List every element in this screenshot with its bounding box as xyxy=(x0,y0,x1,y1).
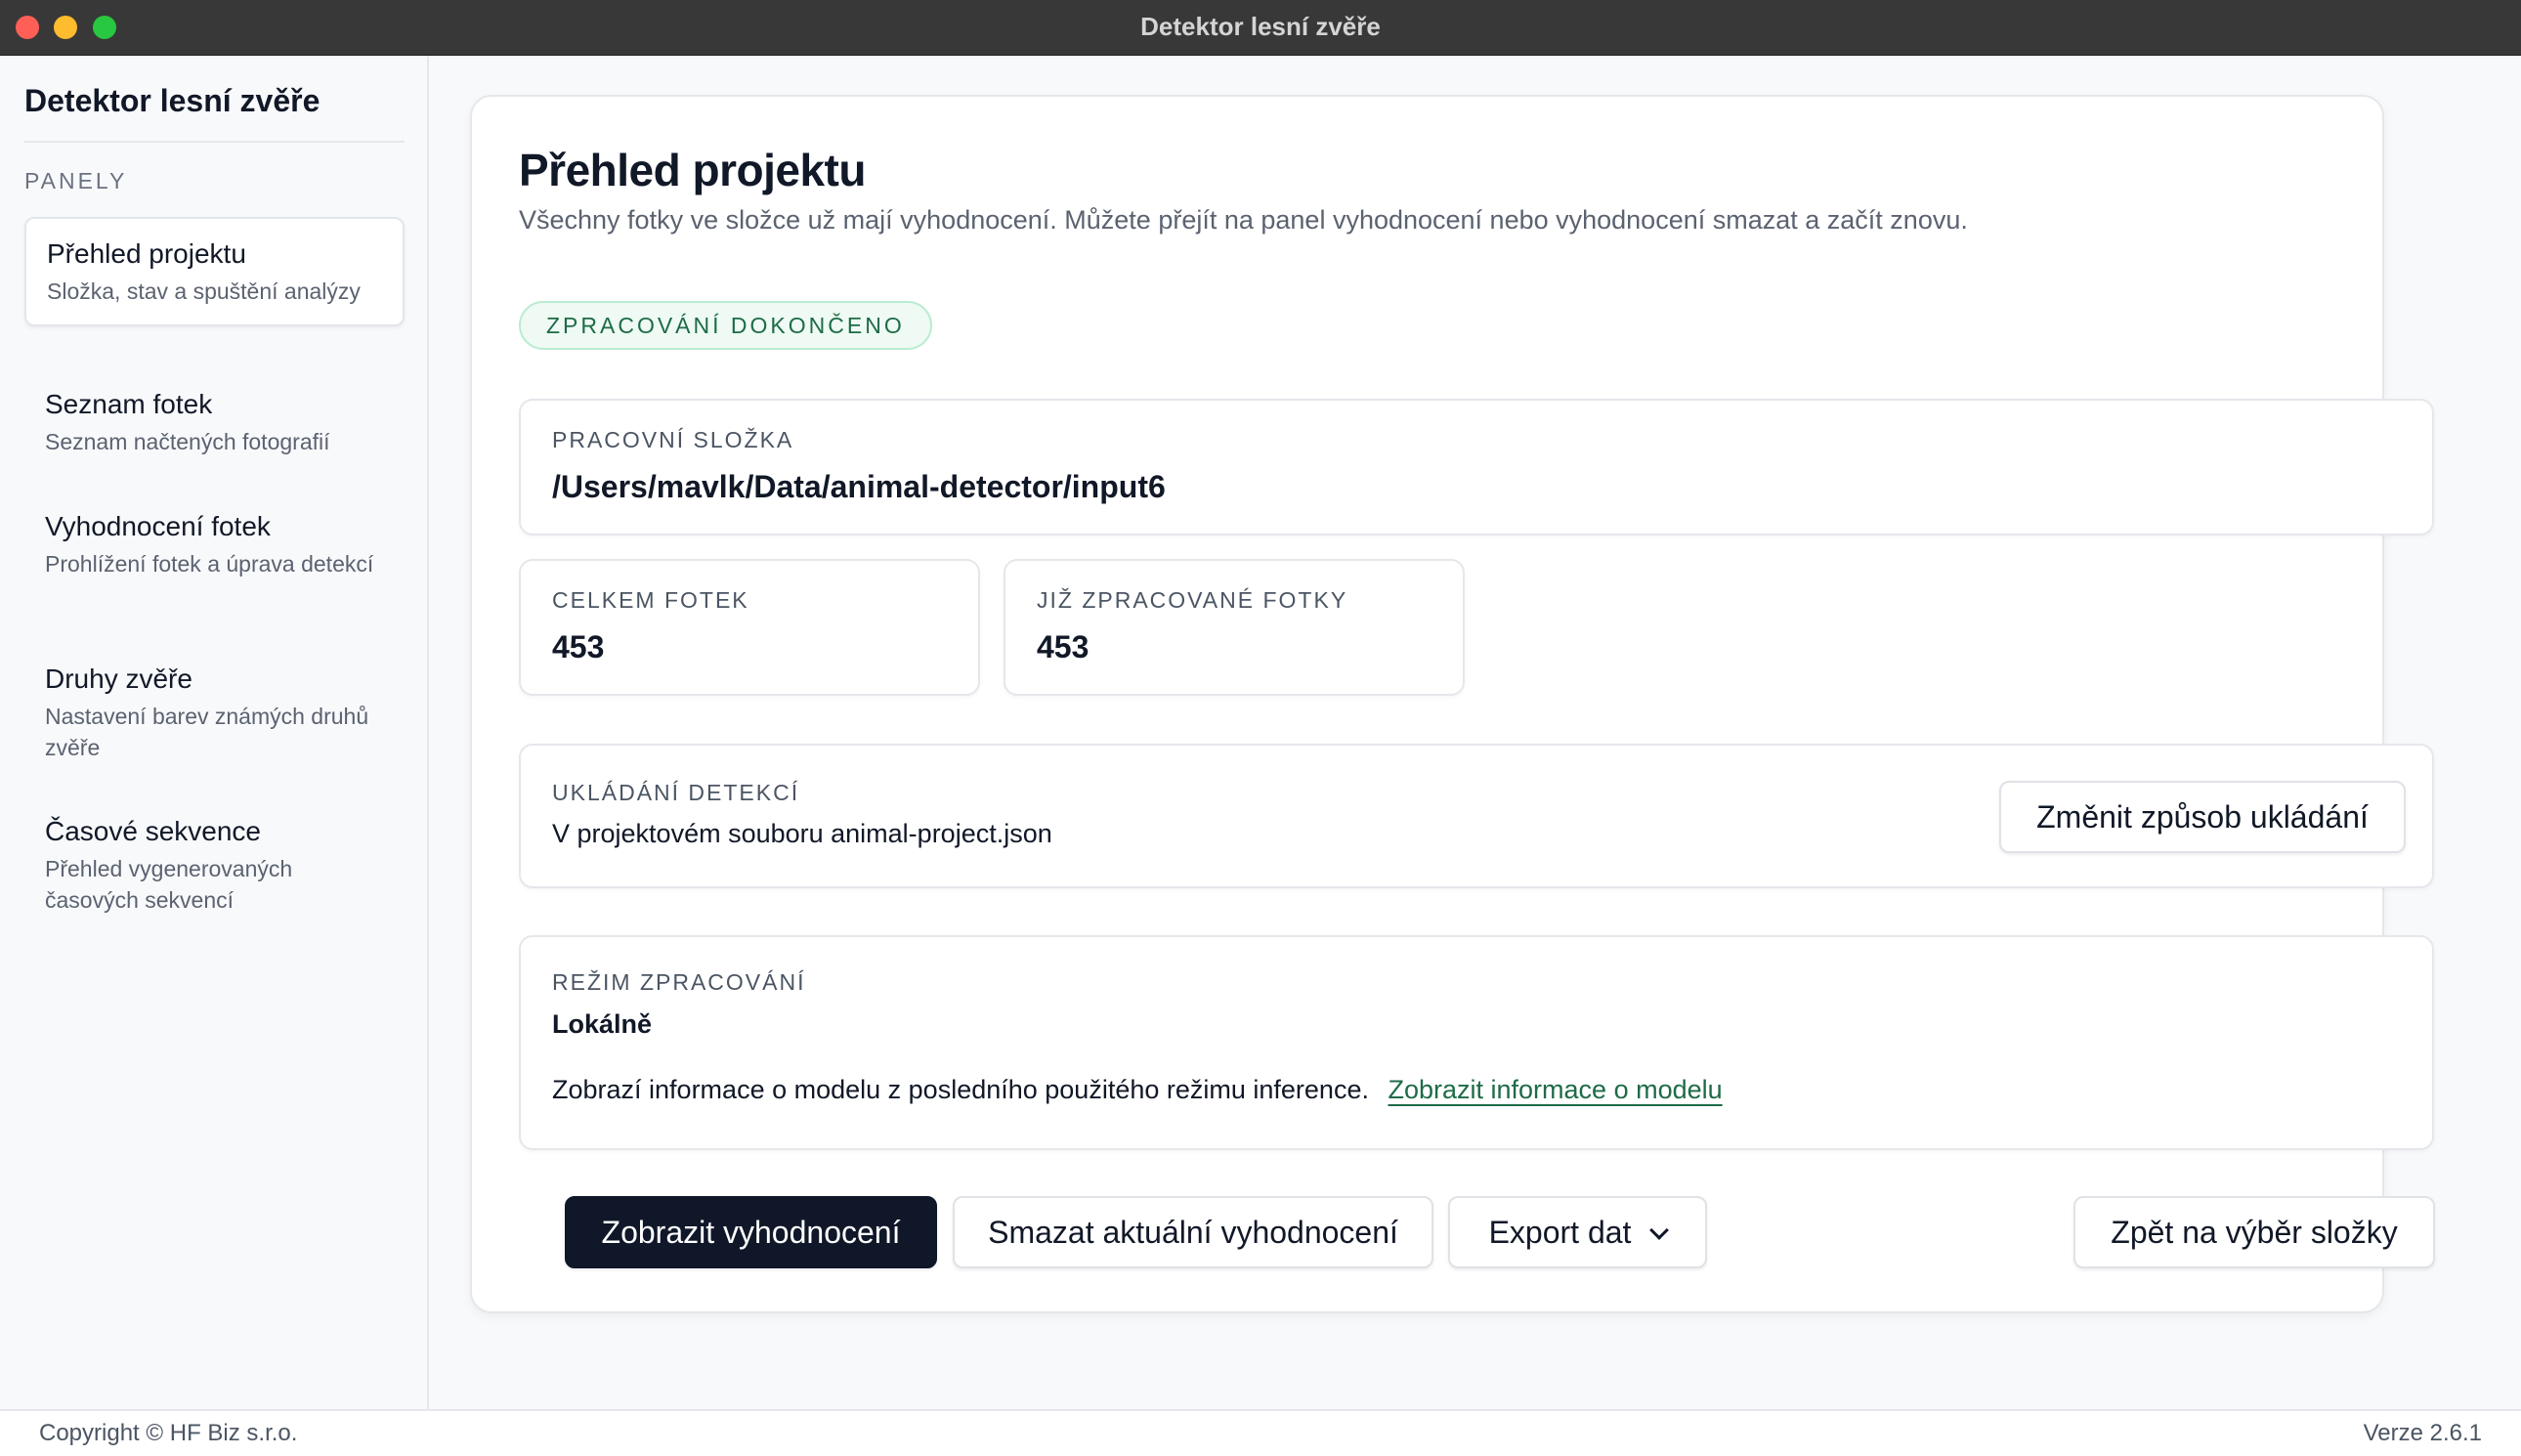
detection-storage-panel: UKLÁDÁNÍ DETEKCÍ V projektovém souboru a… xyxy=(519,744,2434,888)
sidebar-item-desc: Prohlížení fotek a úprava detekcí xyxy=(45,551,374,577)
model-info-row: Zobrazí informace o modelu z posledního … xyxy=(552,1075,1723,1105)
export-data-button[interactable]: Export dat xyxy=(1448,1196,1707,1268)
footer: Copyright © HF Biz s.r.o. Verze 2.6.1 xyxy=(0,1409,2521,1456)
sidebar-item-label: Vyhodnocení fotek xyxy=(45,511,271,541)
sidebar-item-photo-evaluation[interactable]: Vyhodnocení fotek Prohlížení fotek a úpr… xyxy=(24,492,405,597)
processing-mode-panel: REŽIM ZPRACOVÁNÍ Lokálně Zobrazí informa… xyxy=(519,935,2434,1150)
sidebar-item-time-sequences[interactable]: Časové sekvence Přehled vygenerovaných č… xyxy=(24,796,405,933)
sidebar-item-desc: Seznam načtených fotografií xyxy=(45,429,330,454)
sidebar-item-desc: Nastavení barev známých druhů zvěře xyxy=(45,704,369,760)
detection-storage-value: V projektovém souboru animal-project.jso… xyxy=(552,819,1052,848)
sidebar-item-label: Časové sekvence xyxy=(45,816,262,846)
export-data-label: Export dat xyxy=(1488,1215,1632,1250)
processed-photos-value: 453 xyxy=(1037,629,1090,664)
status-badge: ZPRACOVÁNÍ DOKONČENO xyxy=(519,301,932,350)
sidebar-item-desc: Přehled vygenerovaných časových sekvencí xyxy=(45,856,293,913)
copyright-text: Copyright © HF Biz s.r.o. xyxy=(39,1420,298,1446)
total-photos-value: 453 xyxy=(552,629,605,664)
version-text: Verze 2.6.1 xyxy=(2363,1420,2482,1446)
sidebar-item-label: Seznam fotek xyxy=(45,389,213,419)
processed-photos-panel: JIŽ ZPRACOVANÉ FOTKY 453 xyxy=(1004,559,1465,696)
sidebar: Detektor lesní zvěře PANELY Přehled proj… xyxy=(0,56,429,1409)
total-photos-label: CELKEM FOTEK xyxy=(552,587,749,613)
sidebar-item-photo-list[interactable]: Seznam fotek Seznam načtených fotografií xyxy=(24,369,405,475)
sidebar-item-label: Druhy zvěře xyxy=(45,664,192,694)
processing-mode-label: REŽIM ZPRACOVÁNÍ xyxy=(552,969,806,995)
delete-evaluation-button[interactable]: Smazat aktuální vyhodnocení xyxy=(953,1196,1433,1268)
project-overview-card: Přehled projektu Všechny fotky ve složce… xyxy=(470,95,2435,1313)
change-storage-button[interactable]: Změnit způsob ukládání xyxy=(1999,781,2406,853)
working-folder-panel: PRACOVNÍ SLOŽKA /Users/mavlk/Data/animal… xyxy=(519,399,2434,535)
sidebar-item-species[interactable]: Druhy zvěře Nastavení barev známých druh… xyxy=(24,644,405,781)
sidebar-title: Detektor lesní zvěře xyxy=(24,83,320,118)
working-folder-path: /Users/mavlk/Data/animal-detector/input6 xyxy=(552,469,1166,504)
sidebar-item-label: Přehled projektu xyxy=(47,238,246,269)
sidebar-section-label: PANELY xyxy=(24,168,128,193)
working-folder-label: PRACOVNÍ SLOŽKA xyxy=(552,427,794,452)
processing-mode-value: Lokálně xyxy=(552,1009,653,1039)
sidebar-divider xyxy=(24,141,405,143)
sidebar-item-project-overview[interactable]: Přehled projektu Složka, stav a spuštění… xyxy=(24,217,405,326)
show-evaluation-button[interactable]: Zobrazit vyhodnocení xyxy=(565,1196,937,1268)
page-description: Všechny fotky ve složce už mají vyhodnoc… xyxy=(519,205,1968,235)
page-title: Přehled projektu xyxy=(519,145,866,195)
sidebar-item-desc: Složka, stav a spuštění analýzy xyxy=(47,278,361,304)
app-window: Detektor lesní zvěře Detektor lesní zvěř… xyxy=(0,0,2521,1456)
total-photos-panel: CELKEM FOTEK 453 xyxy=(519,559,980,696)
model-info-link[interactable]: Zobrazit informace o modelu xyxy=(1388,1075,1722,1104)
title-bar: Detektor lesní zvěře xyxy=(0,0,2521,56)
back-to-folder-button[interactable]: Zpět na výběr složky xyxy=(2073,1196,2435,1268)
model-info-text: Zobrazí informace o modelu z posledního … xyxy=(552,1075,1369,1104)
processed-photos-label: JIŽ ZPRACOVANÉ FOTKY xyxy=(1037,587,1348,613)
window-title: Detektor lesní zvěře xyxy=(1140,12,1381,41)
chevron-down-icon xyxy=(1649,1220,1670,1240)
detection-storage-label: UKLÁDÁNÍ DETEKCÍ xyxy=(552,780,800,805)
